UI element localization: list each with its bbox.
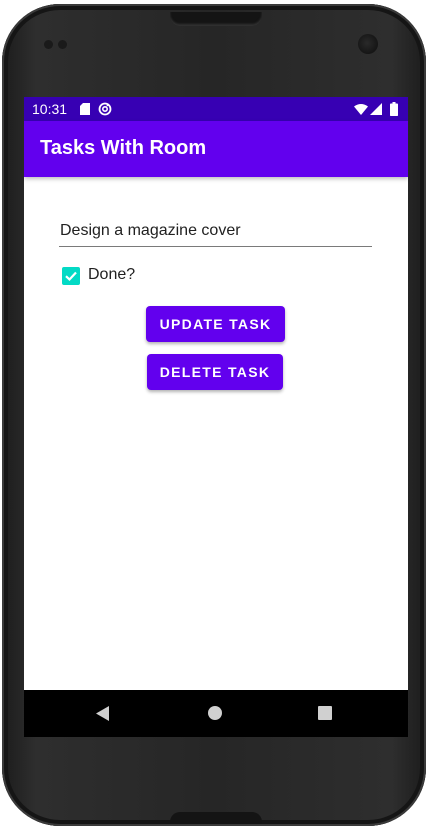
app-title: Tasks With Room bbox=[40, 137, 207, 159]
battery-icon bbox=[390, 102, 398, 116]
navigation-bar bbox=[24, 690, 408, 737]
back-icon[interactable] bbox=[96, 706, 110, 721]
app-screen: 10:31 Tasks With Room Design a magazine … bbox=[24, 97, 408, 737]
status-time: 10:31 bbox=[32, 101, 68, 117]
delete-task-button[interactable]: DELETE TASK bbox=[147, 354, 283, 390]
sd-card-icon bbox=[80, 103, 90, 115]
checkmark-icon bbox=[65, 271, 77, 282]
update-task-button[interactable]: UPDATE TASK bbox=[146, 306, 285, 342]
signal-icon bbox=[370, 103, 382, 115]
task-title-input[interactable] bbox=[59, 218, 372, 247]
recent-apps-icon[interactable] bbox=[318, 706, 332, 720]
home-icon[interactable] bbox=[208, 706, 222, 720]
front-camera-icon bbox=[358, 34, 378, 54]
proximity-sensors bbox=[44, 40, 74, 50]
done-checkbox[interactable] bbox=[62, 267, 80, 285]
sync-icon bbox=[98, 102, 112, 116]
device-frame: 10:31 Tasks With Room Design a magazine … bbox=[2, 4, 426, 826]
earpiece-speaker bbox=[170, 12, 262, 26]
app-bar: Tasks With Room bbox=[24, 121, 408, 177]
bottom-speaker bbox=[170, 812, 262, 824]
status-bar: 10:31 bbox=[24, 97, 408, 121]
done-label: Done? bbox=[88, 266, 136, 283]
wifi-icon bbox=[354, 104, 368, 115]
